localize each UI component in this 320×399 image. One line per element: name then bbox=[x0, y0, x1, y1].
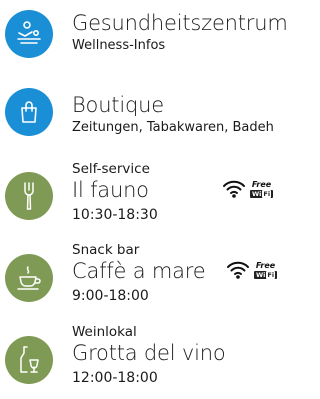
free-wifi-badge: Free Wi Fi bbox=[254, 260, 278, 279]
free-wifi-badge: Free Wi Fi bbox=[250, 179, 274, 198]
item-hours: 12:00-18:00 bbox=[72, 370, 158, 386]
wifi-indicator: Free Wi Fi bbox=[222, 179, 274, 198]
item-title: Il fauno bbox=[72, 178, 149, 202]
fork-icon bbox=[5, 172, 53, 220]
list-item-boutique[interactable]: Boutique Zeitungen, Tabakwaren, Badeh bbox=[0, 78, 304, 148]
wifi-icon bbox=[227, 261, 249, 279]
item-title: Gesundheitszentrum bbox=[72, 11, 288, 35]
item-category: Snack bar bbox=[72, 242, 140, 258]
item-title: Caffè a mare bbox=[72, 259, 206, 283]
list-item-il-fauno[interactable]: Self-service Il fauno 10:30-18:30 Free W… bbox=[0, 158, 304, 238]
item-title: Grotta del vino bbox=[72, 341, 226, 365]
item-subtitle: Zeitungen, Tabakwaren, Badeh bbox=[72, 120, 274, 135]
item-category: Weinlokal bbox=[72, 324, 137, 340]
item-subtitle: Wellness-Infos bbox=[72, 38, 166, 53]
wifi-indicator: Free Wi Fi bbox=[226, 260, 278, 279]
list-item-caffe-a-mare[interactable]: Snack bar Caffè a mare 9:00-18:00 Free W… bbox=[0, 240, 304, 318]
item-hours: 10:30-18:30 bbox=[72, 207, 158, 223]
wine-glass-icon bbox=[5, 336, 53, 384]
spa-wellness-icon bbox=[5, 10, 53, 58]
item-title: Boutique bbox=[72, 93, 164, 117]
item-hours: 9:00-18:00 bbox=[72, 288, 149, 304]
wifi-icon bbox=[223, 180, 245, 198]
item-category: Self-service bbox=[72, 161, 150, 177]
coffee-cup-icon bbox=[5, 254, 53, 302]
shopping-bag-icon bbox=[5, 88, 53, 136]
list-item-grotta-del-vino[interactable]: Weinlokal Grotta del vino 12:00-18:00 bbox=[0, 322, 304, 399]
list-item-gesundheitszentrum[interactable]: Gesundheitszentrum Wellness-Infos bbox=[0, 0, 304, 75]
